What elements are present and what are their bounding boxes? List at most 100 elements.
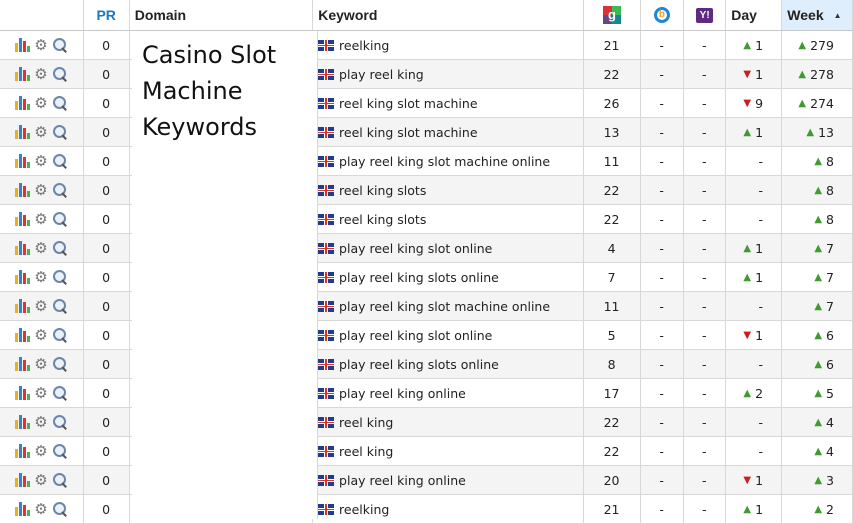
keyword-cell: play reel king slot machine online bbox=[313, 147, 584, 175]
bing-rank: - bbox=[641, 321, 684, 349]
chart-icon[interactable] bbox=[14, 153, 30, 169]
google-rank: 4 bbox=[583, 234, 641, 262]
chart-icon[interactable] bbox=[14, 501, 30, 517]
chart-icon[interactable] bbox=[14, 269, 30, 285]
chart-icon[interactable] bbox=[14, 37, 30, 53]
week-change: ▲ 274 bbox=[782, 89, 853, 117]
day-change-value: 1 bbox=[755, 472, 764, 488]
keyword-text: play reel king online bbox=[339, 385, 466, 401]
header-pr[interactable]: PR bbox=[84, 0, 130, 30]
search-icon[interactable] bbox=[52, 472, 68, 488]
search-icon[interactable] bbox=[52, 356, 68, 372]
domain-cell: Casino Slot Machine Keywords bbox=[132, 31, 318, 519]
gear-icon[interactable]: ⚙ bbox=[33, 327, 49, 343]
row-actions: ⚙ bbox=[0, 31, 84, 59]
pr-value: 0 bbox=[83, 466, 130, 494]
keyword-text: reel king slot machine bbox=[339, 95, 478, 111]
search-icon[interactable] bbox=[52, 269, 68, 285]
uk-flag-icon bbox=[318, 300, 335, 312]
keyword-text: play reel king online bbox=[339, 472, 466, 488]
uk-flag-icon bbox=[318, 213, 335, 225]
table-row: ⚙ 0 play reel king slot machine online 11- -… bbox=[0, 292, 853, 321]
gear-icon[interactable]: ⚙ bbox=[33, 501, 49, 517]
search-icon[interactable] bbox=[52, 298, 68, 314]
week-change-value: 6 bbox=[826, 327, 834, 343]
search-icon[interactable] bbox=[52, 327, 68, 343]
uk-flag-icon bbox=[318, 358, 335, 370]
chart-icon[interactable] bbox=[14, 240, 30, 256]
chart-icon[interactable] bbox=[14, 66, 30, 82]
header-keyword[interactable]: Keyword bbox=[313, 0, 585, 30]
chart-icon[interactable] bbox=[14, 182, 30, 198]
table-row: ⚙ 0 reel king slot machine 26- - ▼ 9 ▲ 274 bbox=[0, 89, 853, 118]
table-row: ⚙ 0 reelking 21- - ▲ 1 ▲ 2 bbox=[0, 495, 853, 524]
gear-icon[interactable]: ⚙ bbox=[33, 66, 49, 82]
gear-icon[interactable]: ⚙ bbox=[33, 240, 49, 256]
row-actions: ⚙ bbox=[0, 350, 84, 378]
day-change-value: - bbox=[758, 182, 764, 198]
keyword-text: reel king bbox=[339, 443, 394, 459]
arrow-up-icon: ▲ bbox=[798, 97, 807, 109]
chart-icon[interactable] bbox=[14, 298, 30, 314]
arrow-up-icon: ▲ bbox=[814, 184, 823, 196]
gear-icon[interactable]: ⚙ bbox=[33, 414, 49, 430]
table-row: ⚙ 0 play reel king slots online 8- - - ▲ 6 bbox=[0, 350, 853, 379]
gear-icon[interactable]: ⚙ bbox=[33, 298, 49, 314]
gear-icon[interactable]: ⚙ bbox=[33, 95, 49, 111]
search-icon[interactable] bbox=[52, 211, 68, 227]
row-actions: ⚙ bbox=[0, 205, 84, 233]
chart-icon[interactable] bbox=[14, 385, 30, 401]
search-icon[interactable] bbox=[52, 153, 68, 169]
chart-icon[interactable] bbox=[14, 327, 30, 343]
chart-icon[interactable] bbox=[14, 472, 30, 488]
gear-icon[interactable]: ⚙ bbox=[33, 443, 49, 459]
header-week[interactable]: Week ▲ bbox=[782, 0, 853, 30]
bing-rank: - bbox=[641, 89, 684, 117]
gear-icon[interactable]: ⚙ bbox=[33, 124, 49, 140]
gear-icon[interactable]: ⚙ bbox=[33, 153, 49, 169]
row-actions: ⚙ bbox=[0, 263, 84, 291]
chart-icon[interactable] bbox=[14, 414, 30, 430]
search-icon[interactable] bbox=[52, 182, 68, 198]
header-day[interactable]: Day bbox=[726, 0, 783, 30]
gear-icon[interactable]: ⚙ bbox=[33, 356, 49, 372]
search-icon[interactable] bbox=[52, 501, 68, 517]
search-icon[interactable] bbox=[52, 124, 68, 140]
search-icon[interactable] bbox=[52, 66, 68, 82]
table-row: ⚙ 0 reel king slots 22- - - ▲ 8 bbox=[0, 205, 853, 234]
week-change-value: 278 bbox=[810, 66, 834, 82]
arrow-down-icon: ▼ bbox=[743, 474, 752, 486]
keyword-cell: play reel king slots online bbox=[313, 263, 584, 291]
header-domain[interactable]: Domain bbox=[130, 0, 314, 30]
chart-icon[interactable] bbox=[14, 356, 30, 372]
gear-icon[interactable]: ⚙ bbox=[33, 472, 49, 488]
search-icon[interactable] bbox=[52, 240, 68, 256]
row-actions: ⚙ bbox=[0, 147, 84, 175]
gear-icon[interactable]: ⚙ bbox=[33, 211, 49, 227]
search-icon[interactable] bbox=[52, 95, 68, 111]
gear-icon[interactable]: ⚙ bbox=[33, 269, 49, 285]
gear-icon[interactable]: ⚙ bbox=[33, 37, 49, 53]
gear-icon[interactable]: ⚙ bbox=[33, 385, 49, 401]
uk-flag-icon bbox=[318, 474, 335, 486]
gear-icon[interactable]: ⚙ bbox=[33, 182, 49, 198]
search-icon[interactable] bbox=[52, 37, 68, 53]
search-icon[interactable] bbox=[52, 385, 68, 401]
header-google[interactable] bbox=[584, 0, 641, 30]
week-change: ▲ 5 bbox=[782, 379, 853, 407]
pr-value: 0 bbox=[84, 379, 130, 407]
row-actions: ⚙ bbox=[0, 118, 84, 146]
arrow-up-icon: ▲ bbox=[798, 68, 807, 80]
search-icon[interactable] bbox=[52, 443, 68, 459]
chart-icon[interactable] bbox=[14, 95, 30, 111]
keyword-ranking-table: PR Domain Keyword b Y! Day Week ▲ ⚙ 0 reel… bbox=[0, 0, 853, 524]
search-icon[interactable] bbox=[52, 414, 68, 430]
arrow-up-icon: ▲ bbox=[814, 300, 823, 312]
uk-flag-icon bbox=[318, 445, 335, 457]
chart-icon[interactable] bbox=[14, 124, 30, 140]
chart-icon[interactable] bbox=[14, 443, 30, 459]
header-bing[interactable]: b bbox=[641, 0, 685, 30]
chart-icon[interactable] bbox=[14, 211, 30, 227]
arrow-up-icon: ▲ bbox=[814, 416, 823, 428]
header-yahoo[interactable]: Y! bbox=[684, 0, 727, 30]
